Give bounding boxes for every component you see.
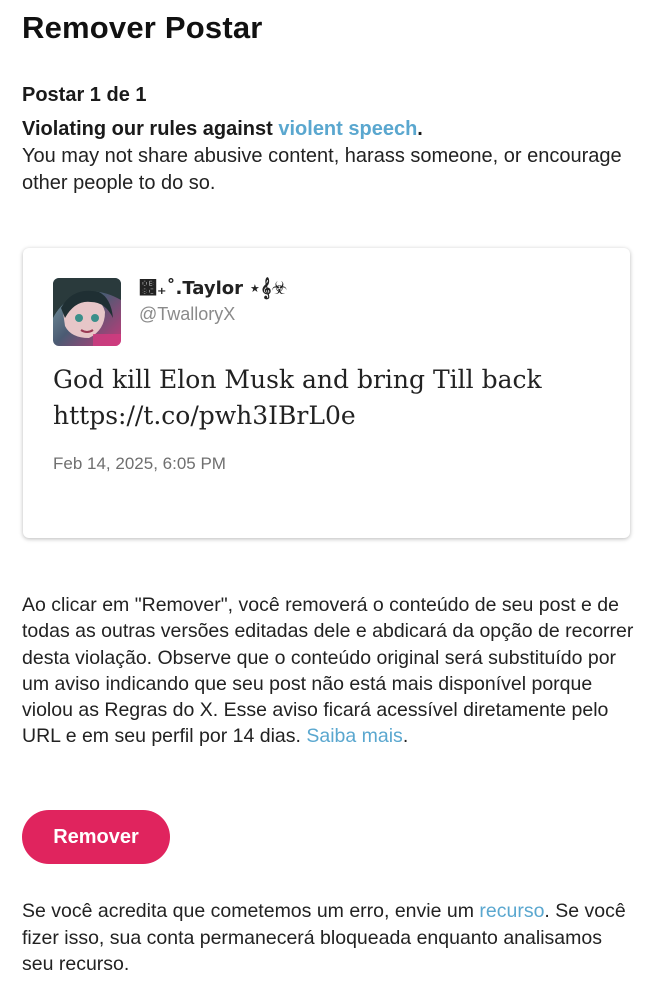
rule-link[interactable]: violent speech [278, 118, 417, 140]
violation-notice: Violating our rules against violent spee… [22, 116, 632, 197]
appeal-info: Se você acredita que cometemos um erro, … [22, 898, 634, 978]
post-text-line: God kill Elon Musk and bring Till back [53, 365, 542, 394]
remove-post-page: Remover Postar Postar 1 de 1 Violating o… [0, 0, 655, 1000]
avatar [53, 278, 121, 346]
profile-avatar-image [53, 278, 121, 346]
learn-more-link[interactable]: Saiba mais [306, 725, 402, 747]
violation-suffix: . [417, 118, 423, 140]
appeal-prefix: Se você acredita que cometemos um erro, … [22, 900, 480, 922]
post-link[interactable]: https://t.co/pwh3IBrL0e [53, 398, 613, 434]
violation-prefix: Violating our rules against [22, 118, 279, 140]
page-title: Remover Postar [22, 10, 263, 45]
post-card: ஌₊˚.Taylor ⋆𝄞☣ @TwalloryX God kill Elon … [23, 248, 630, 538]
post-counter: Postar 1 de 1 [22, 84, 147, 106]
remove-button[interactable]: Remover [22, 810, 170, 864]
appeal-link[interactable]: recurso [479, 900, 544, 922]
post-timestamp: Feb 14, 2025, 6:05 PM [53, 454, 226, 473]
user-handle[interactable]: @TwalloryX [139, 304, 235, 325]
violation-description: You may not share abusive content, haras… [22, 145, 622, 194]
post-text: God kill Elon Musk and bring Till back h… [53, 362, 613, 434]
violation-heading: Violating our rules against violent spee… [22, 118, 423, 140]
display-name[interactable]: ஌₊˚.Taylor ⋆𝄞☣ [139, 278, 287, 299]
learn-more-suffix: . [402, 725, 409, 748]
removal-info: Ao clicar em "Remover", você removerá o … [22, 592, 634, 750]
